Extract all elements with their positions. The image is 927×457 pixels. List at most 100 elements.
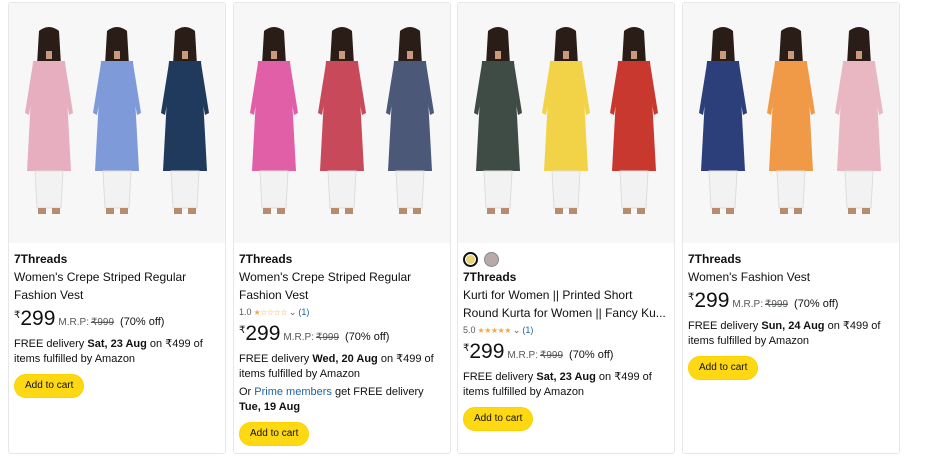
delivery-prefix: FREE delivery: [463, 371, 537, 383]
model-foot: [413, 208, 421, 214]
rating-count[interactable]: (1): [298, 306, 309, 319]
price-value: 299: [245, 322, 281, 345]
color-swatches: [463, 251, 671, 267]
add-to-cart-button[interactable]: Add to cart: [688, 356, 759, 380]
model-foot: [345, 208, 353, 214]
product-image[interactable]: [9, 3, 225, 243]
product-image[interactable]: [234, 3, 450, 243]
delivery-info: FREE delivery Sat, 23 Aug on ₹499 of ite…: [463, 370, 671, 400]
delivery-prefix: FREE delivery: [239, 353, 313, 365]
model-neck: [182, 51, 188, 59]
model-hair: [398, 27, 422, 65]
model-figure: [699, 27, 747, 214]
mrp-label: M.R.P:: [732, 299, 763, 310]
model-figure: [474, 27, 522, 214]
product-brand: 7Threads: [239, 252, 293, 266]
delivery-date: Sat, 23 Aug: [87, 338, 147, 350]
chevron-down-icon[interactable]: ⌄: [513, 324, 521, 337]
rating-count[interactable]: (1): [522, 324, 533, 337]
model-foot: [501, 208, 509, 214]
model-hair: [847, 27, 871, 65]
model-hair: [37, 27, 61, 65]
model-foot: [794, 208, 802, 214]
model-hair: [711, 27, 735, 65]
mrp-label: M.R.P:: [58, 317, 89, 328]
product-card[interactable]: 7Threads Women's Crepe Striped Regular F…: [233, 2, 451, 454]
color-swatch[interactable]: [463, 251, 478, 267]
discount-text: (70% off): [345, 331, 390, 343]
model-figure: [318, 27, 366, 214]
add-to-cart-button[interactable]: Add to cart: [463, 407, 534, 431]
price-row: ₹ 299 M.R.P: ₹999 (70% off): [239, 323, 447, 349]
product-title[interactable]: Women's Fashion Vest: [688, 268, 896, 286]
model-figure: [610, 27, 658, 214]
mrp-value: ₹999: [539, 350, 564, 361]
add-to-cart-button[interactable]: Add to cart: [14, 374, 85, 398]
price-value: 299: [694, 289, 730, 312]
model-hair: [105, 27, 129, 65]
currency-symbol: ₹: [688, 292, 695, 303]
model-foot: [277, 208, 285, 214]
model-hair: [486, 27, 510, 65]
delivery-date: Sat, 23 Aug: [536, 371, 596, 383]
model-neck: [788, 51, 794, 59]
mrp-value: ₹999: [90, 317, 115, 328]
product-grid: 7Threads Women's Crepe Striped Regular F…: [0, 0, 927, 457]
model-foot: [623, 208, 631, 214]
product-card[interactable]: 7Threads Women's Crepe Striped Regular F…: [8, 2, 226, 454]
model-hair: [622, 27, 646, 65]
add-to-cart-button[interactable]: Add to cart: [239, 422, 310, 446]
model-foot: [38, 208, 46, 214]
color-swatch[interactable]: [484, 251, 499, 267]
model-foot: [174, 208, 182, 214]
model-figure: [161, 27, 209, 214]
model-foot: [52, 208, 60, 214]
currency-symbol: ₹: [463, 343, 470, 354]
model-figure: [542, 27, 590, 214]
model-pants: [483, 170, 513, 209]
star-rating-icon: ★☆☆☆☆: [253, 308, 288, 317]
model-foot: [120, 208, 128, 214]
model-hair: [262, 27, 286, 65]
model-foot: [188, 208, 196, 214]
model-neck: [563, 51, 569, 59]
product-card[interactable]: 7Threads Kurti for Women || Printed Shor…: [457, 2, 675, 454]
product-brand: 7Threads: [688, 252, 742, 266]
product-brand: 7Threads: [463, 270, 517, 284]
model-foot: [569, 208, 577, 214]
price-value: 299: [20, 307, 56, 330]
product-card[interactable]: 7Threads Women's Fashion Vest ₹ 299 M.R.…: [682, 2, 900, 454]
model-foot: [637, 208, 645, 214]
model-neck: [46, 51, 52, 59]
mrp-value: ₹999: [315, 332, 340, 343]
model-figure: [386, 27, 434, 214]
star-rating-icon: ★★★★★: [477, 326, 512, 335]
discount-text: (70% off): [120, 316, 165, 328]
prime-members-link[interactable]: Prime members: [254, 386, 332, 398]
product-title[interactable]: Women's Crepe Striped Regular Fashion Ve…: [14, 268, 222, 304]
product-image[interactable]: [458, 3, 674, 243]
model-foot: [487, 208, 495, 214]
prime-date: Tue, 19 Aug: [239, 401, 301, 413]
product-title[interactable]: Kurti for Women || Printed Short Round K…: [463, 286, 671, 322]
product-title[interactable]: Women's Crepe Striped Regular Fashion Ve…: [239, 268, 447, 304]
rating-row[interactable]: 5.0 ★★★★★ ⌄ (1): [463, 324, 671, 337]
model-pants: [259, 170, 289, 209]
product-image[interactable]: [683, 3, 899, 243]
model-foot: [106, 208, 114, 214]
model-neck: [720, 51, 726, 59]
chevron-down-icon[interactable]: ⌄: [289, 306, 297, 319]
prime-mid: get FREE delivery: [331, 386, 424, 398]
model-foot: [399, 208, 407, 214]
model-neck: [856, 51, 862, 59]
delivery-info: FREE delivery Sat, 23 Aug on ₹499 of ite…: [14, 337, 222, 367]
model-figure: [25, 27, 73, 214]
model-foot: [726, 208, 734, 214]
rating-row[interactable]: 1.0 ★☆☆☆☆ ⌄ (1): [239, 306, 447, 319]
discount-text: (70% off): [569, 349, 614, 361]
model-pants: [102, 170, 132, 209]
model-neck: [495, 51, 501, 59]
model-pants: [34, 170, 64, 209]
model-foot: [862, 208, 870, 214]
model-figure: [93, 27, 141, 214]
